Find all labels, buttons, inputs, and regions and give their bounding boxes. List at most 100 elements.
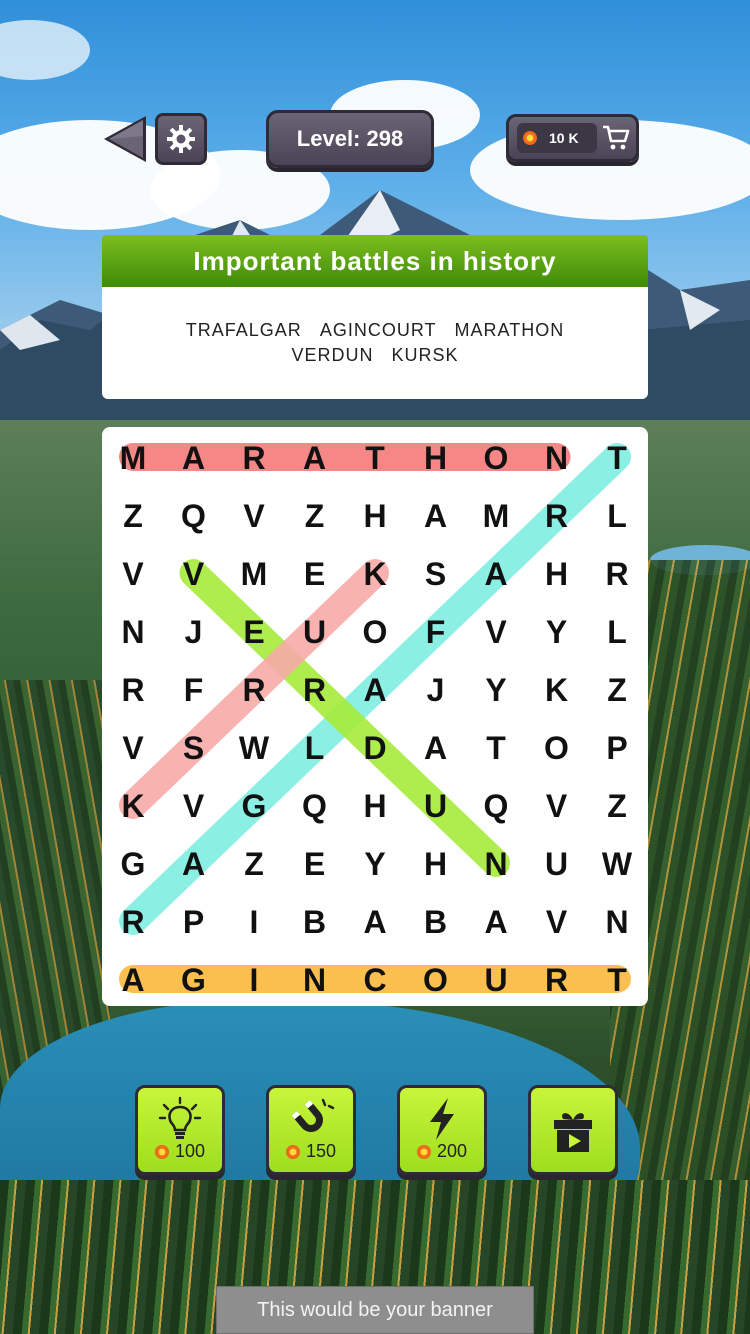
grid-letter[interactable]: B (303, 904, 326, 940)
grid-letter[interactable]: M (483, 498, 510, 534)
grid-letter[interactable]: T (607, 440, 627, 476)
grid-letter[interactable]: V (546, 904, 568, 940)
grid-letter[interactable]: D (363, 730, 386, 766)
grid-letter[interactable]: A (424, 730, 447, 766)
grid-letter[interactable]: Y (485, 672, 506, 708)
grid-letter[interactable]: A (484, 904, 507, 940)
letter-grid[interactable]: MARATHONTZQVZHAMRLVVMEKSAHRNJEUOFVYLRFRR… (102, 427, 648, 1006)
grid-letter[interactable]: P (183, 904, 204, 940)
grid-letter[interactable]: R (242, 672, 265, 708)
grid-letter[interactable]: Z (607, 788, 627, 824)
grid-letter[interactable]: W (239, 730, 270, 766)
coins-display[interactable]: 10 K (506, 114, 639, 162)
grid-letter[interactable]: G (242, 788, 267, 824)
grid-letter[interactable]: Z (607, 672, 627, 708)
grid-letter[interactable]: C (363, 962, 386, 998)
grid-letter[interactable]: K (363, 556, 386, 592)
grid-letter[interactable]: Q (302, 788, 327, 824)
grid-letter[interactable]: F (426, 614, 446, 650)
grid-letter[interactable]: L (305, 730, 325, 766)
grid-letter[interactable]: N (545, 440, 568, 476)
hint-button[interactable]: 100 (135, 1085, 225, 1175)
grid-letter[interactable]: N (484, 846, 507, 882)
grid-letter[interactable]: R (545, 498, 568, 534)
grid-letter[interactable]: I (250, 962, 259, 998)
grid-letter[interactable]: N (303, 962, 326, 998)
grid-letter[interactable]: Z (244, 846, 264, 882)
grid-letter[interactable]: G (121, 846, 146, 882)
grid-letter[interactable]: E (304, 556, 325, 592)
grid-letter[interactable]: F (184, 672, 204, 708)
grid-letter[interactable]: G (181, 962, 206, 998)
grid-letter[interactable]: A (182, 846, 205, 882)
grid-letter[interactable]: Y (364, 846, 385, 882)
grid-letter[interactable]: R (545, 962, 568, 998)
grid-letter[interactable]: J (427, 672, 445, 708)
grid-letter[interactable]: R (121, 904, 144, 940)
grid-letter[interactable]: M (241, 556, 268, 592)
grid-letter[interactable]: H (545, 556, 568, 592)
grid-letter[interactable]: H (424, 846, 447, 882)
grid-letter[interactable]: B (424, 904, 447, 940)
grid-letter[interactable]: V (122, 556, 144, 592)
grid-letter[interactable]: N (121, 614, 144, 650)
grid-letter[interactable]: L (607, 498, 627, 534)
grid-letter[interactable]: A (182, 440, 205, 476)
letter-grid-canvas[interactable]: M A R A T H O N TZ Q V Z H A M R LV V M E K S A H RN J E U O F V Y LR F R R… (102, 427, 648, 1006)
grid-letter[interactable]: H (363, 788, 386, 824)
grid-letter[interactable]: R (242, 440, 265, 476)
grid-letter[interactable]: U (303, 614, 326, 650)
grid-letter[interactable]: E (243, 614, 264, 650)
grid-letter[interactable]: K (121, 788, 144, 824)
grid-letter[interactable]: R (303, 672, 326, 708)
grid-letter[interactable]: V (243, 498, 265, 534)
grid-letter[interactable]: M (120, 440, 147, 476)
grid-letter[interactable]: V (546, 788, 568, 824)
grid-letter[interactable]: R (605, 556, 628, 592)
grid-letter[interactable]: W (602, 846, 633, 882)
ad-banner[interactable]: This would be your banner (216, 1286, 534, 1334)
grid-letter[interactable]: U (545, 846, 568, 882)
grid-letter[interactable]: T (365, 440, 385, 476)
grid-letter[interactable]: T (607, 962, 627, 998)
grid-letter[interactable]: U (484, 962, 507, 998)
grid-letter[interactable]: E (304, 846, 325, 882)
grid-letter[interactable]: A (363, 904, 386, 940)
grid-letter[interactable]: N (605, 904, 628, 940)
lightning-button[interactable]: 200 (397, 1085, 487, 1175)
magnet-button[interactable]: 150 (266, 1085, 356, 1175)
grid-letter[interactable]: H (424, 440, 447, 476)
grid-letter[interactable]: U (424, 788, 447, 824)
grid-letter[interactable]: Y (546, 614, 567, 650)
grid-letter[interactable]: V (122, 730, 144, 766)
grid-letter[interactable]: S (183, 730, 204, 766)
grid-letter[interactable]: O (544, 730, 569, 766)
grid-letter[interactable]: A (484, 556, 507, 592)
grid-letter[interactable]: Q (484, 788, 509, 824)
settings-button[interactable] (155, 113, 207, 165)
grid-letter[interactable]: T (486, 730, 506, 766)
grid-letter[interactable]: J (185, 614, 203, 650)
grid-letter[interactable]: L (607, 614, 627, 650)
grid-letter[interactable]: O (363, 614, 388, 650)
grid-letter[interactable]: R (121, 672, 144, 708)
grid-letter[interactable]: Q (181, 498, 206, 534)
grid-letter[interactable]: S (425, 556, 446, 592)
shop-cart-button[interactable] (601, 123, 631, 153)
grid-letter[interactable]: O (423, 962, 448, 998)
grid-letter[interactable]: A (121, 962, 144, 998)
grid-letter[interactable]: Z (123, 498, 143, 534)
grid-letter[interactable]: A (363, 672, 386, 708)
grid-letter[interactable]: V (183, 556, 205, 592)
grid-letter[interactable]: H (363, 498, 386, 534)
grid-letter[interactable]: V (183, 788, 205, 824)
grid-letter[interactable]: O (484, 440, 509, 476)
free-video-gift-button[interactable] (528, 1085, 618, 1175)
grid-letter[interactable]: A (424, 498, 447, 534)
grid-letter[interactable]: A (303, 440, 326, 476)
grid-letter[interactable]: I (250, 904, 259, 940)
grid-letter[interactable]: Z (305, 498, 325, 534)
grid-letter[interactable]: K (545, 672, 568, 708)
grid-letter[interactable]: P (606, 730, 627, 766)
grid-letter[interactable]: V (485, 614, 507, 650)
